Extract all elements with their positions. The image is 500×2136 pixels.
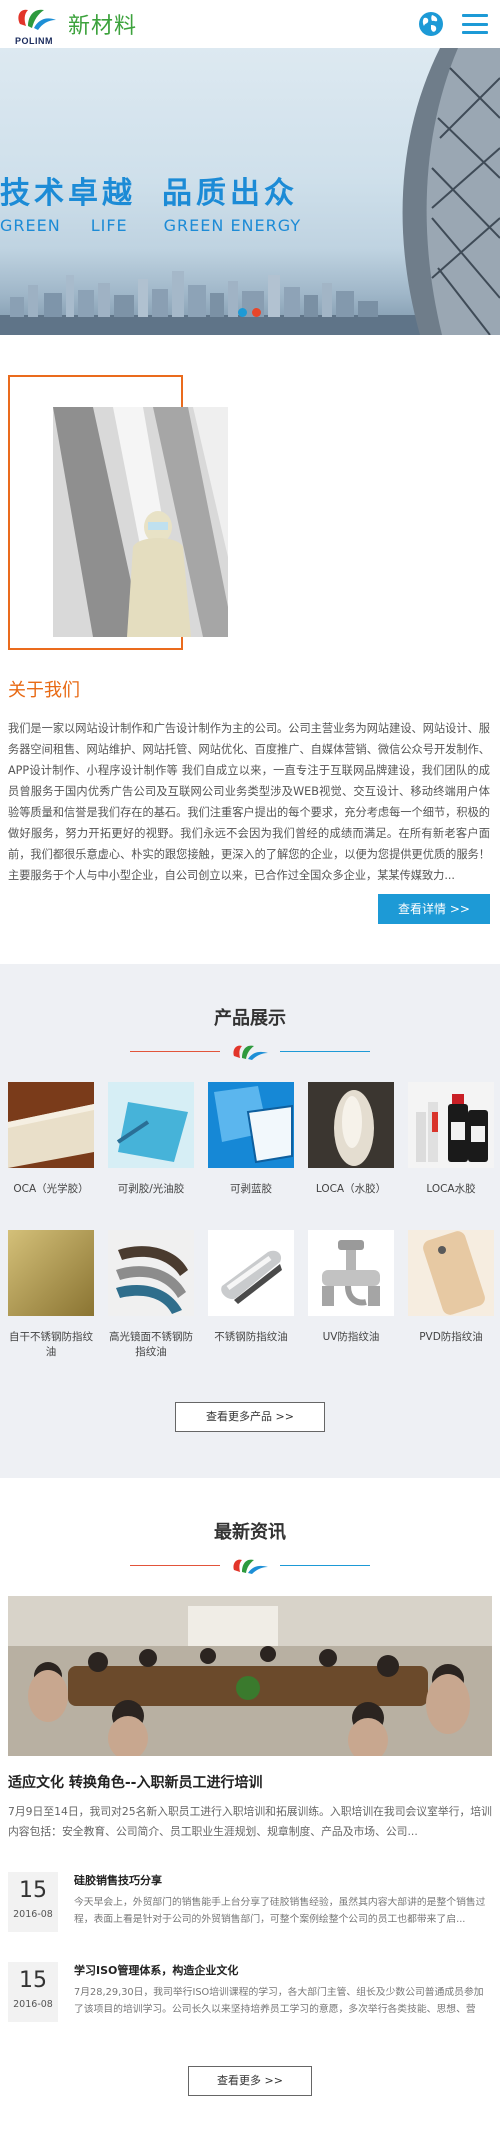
more-news-button[interactable]: 查看更多 >>	[188, 2066, 312, 2096]
product-card[interactable]: 可剥胶/光油胶	[108, 1082, 194, 1212]
banner-headline-1: 技术卓越	[0, 176, 136, 211]
news-featured-summary: 7月9日至14日，我司对25名新入职员工进行入职培训和拓展训练。入职培训在我司会…	[8, 1805, 492, 1838]
product-image	[8, 1082, 94, 1168]
product-card[interactable]: 自干不锈钢防指纹油	[8, 1230, 94, 1360]
news-list-item[interactable]: 15 2016-08 学习ISO管理体系，构造企业文化 7月28,29,30日，…	[8, 1962, 492, 2022]
news-date-day: 15	[19, 1878, 47, 1903]
product-image	[208, 1082, 294, 1168]
product-card[interactable]: LOCA水胶	[408, 1082, 494, 1212]
product-image	[8, 1230, 94, 1316]
product-name: 自干不锈钢防指纹油	[9, 1331, 93, 1358]
news-item-title[interactable]: 硅胶销售技巧分享	[74, 1872, 492, 1888]
product-name: OCA（光学胶）	[13, 1183, 89, 1195]
product-card[interactable]: 可剥蓝胶	[208, 1082, 294, 1212]
news-list-item[interactable]: 15 2016-08 硅胶销售技巧分享 今天早会上，外贸部门的销售能手上台分享了…	[8, 1872, 492, 1932]
product-card[interactable]: 不锈钢防指纹油	[208, 1230, 294, 1360]
news-item-text: 今天早会上，外贸部门的销售能手上台分享了硅胶销售经验，虽然其内容大部讲的是整个销…	[74, 1897, 486, 1925]
more-products-button[interactable]: 查看更多产品 >>	[175, 1402, 325, 1432]
product-card[interactable]: UV防指纹油	[308, 1230, 394, 1360]
product-card[interactable]: LOCA（水胶）	[308, 1082, 394, 1212]
products-section: 产品展示 OCA（光学胶） 可剥胶/光油胶 可剥蓝胶 LOCA（水胶） LOCA…	[0, 964, 500, 1478]
about-more-button[interactable]: 查看详情 >>	[378, 894, 490, 924]
products-title: 产品展示	[214, 1008, 286, 1029]
product-image	[408, 1230, 494, 1316]
banner-headline-2: 品质出众	[162, 176, 298, 211]
news-featured-title[interactable]: 适应文化 转换角色--入职新员工进行培训	[8, 1772, 492, 1792]
product-name: UV防指纹油	[322, 1331, 380, 1343]
product-name: 可剥胶/光油胶	[117, 1183, 185, 1195]
carousel-dot-2[interactable]	[252, 308, 261, 317]
product-card[interactable]: OCA（光学胶）	[8, 1082, 94, 1212]
news-section: 最新资讯 适应文化 转换角色--入职新员工进行培训 7月9日至14日，我司对25…	[0, 1478, 500, 2136]
carousel-dots	[238, 308, 261, 317]
news-date-day: 15	[19, 1968, 47, 1993]
banner-sub-3: GREEN ENERGY	[163, 216, 302, 235]
product-name: 可剥蓝胶	[230, 1183, 272, 1195]
news-item-title[interactable]: 学习ISO管理体系，构造企业文化	[74, 1962, 492, 1978]
news-date-month: 2016-08	[13, 1909, 53, 1920]
news-item-text: 7月28,29,30日，我司举行ISO培训课程的学习，各大部门主管、组长及少数公…	[74, 1987, 484, 2015]
product-image	[308, 1082, 394, 1168]
product-name: LOCA（水胶）	[315, 1183, 387, 1195]
banner-subline: GREEN LIFE GREEN ENERGY	[0, 216, 301, 235]
about-text: 我们是一家以网站设计制作和广告设计制作为主的公司。公司主营业务为网站建设、网站设…	[8, 722, 490, 882]
banner-sub-2: LIFE	[90, 216, 128, 235]
hero-banner: 技术卓越 品质出众 GREEN LIFE GREEN ENERGY	[0, 48, 500, 335]
product-name: PVD防指纹油	[419, 1331, 483, 1343]
product-name: 高光镜面不锈钢防指纹油	[109, 1331, 193, 1358]
globe-icon[interactable]	[418, 11, 444, 37]
product-image	[408, 1082, 494, 1168]
logo[interactable]: POLINM 新材料	[14, 4, 138, 46]
product-image	[108, 1230, 194, 1316]
steel-architecture-image	[402, 48, 500, 335]
product-name: 不锈钢防指纹油	[214, 1331, 288, 1343]
about-image-wrap	[8, 375, 228, 650]
news-title: 最新资讯	[214, 1522, 286, 1543]
product-card[interactable]: 高光镜面不锈钢防指纹油	[108, 1230, 194, 1360]
product-image	[208, 1230, 294, 1316]
product-name: LOCA水胶	[426, 1183, 476, 1195]
hamburger-menu-icon[interactable]	[462, 14, 488, 34]
carousel-dot-1[interactable]	[238, 308, 247, 317]
news-date-month: 2016-08	[13, 1999, 53, 2010]
banner-sub-1: GREEN	[0, 216, 61, 235]
banner-headline: 技术卓越 品质出众	[0, 168, 298, 212]
news-featured-image[interactable]	[8, 1596, 492, 1756]
logo-mark: POLINM	[14, 4, 58, 46]
site-header: POLINM 新材料	[0, 0, 500, 48]
news-date: 15 2016-08	[8, 1962, 58, 2022]
product-image	[108, 1082, 194, 1168]
product-image	[308, 1230, 394, 1316]
about-section: 关于我们 我们是一家以网站设计制作和广告设计制作为主的公司。公司主营业务为网站建…	[0, 375, 500, 964]
divider-logo-icon	[233, 1045, 268, 1060]
products-divider	[0, 1042, 500, 1060]
logo-wordmark: POLINM	[15, 36, 53, 46]
site-name: 新材料	[68, 14, 138, 39]
divider-logo-icon	[233, 1559, 268, 1574]
about-image	[53, 407, 228, 637]
product-card[interactable]: PVD防指纹油	[408, 1230, 494, 1360]
news-divider	[8, 1556, 492, 1574]
product-grid: OCA（光学胶） 可剥胶/光油胶 可剥蓝胶 LOCA（水胶） LOCA水胶 自干…	[0, 1060, 500, 1360]
about-title: 关于我们	[8, 680, 80, 701]
news-date: 15 2016-08	[8, 1872, 58, 1932]
